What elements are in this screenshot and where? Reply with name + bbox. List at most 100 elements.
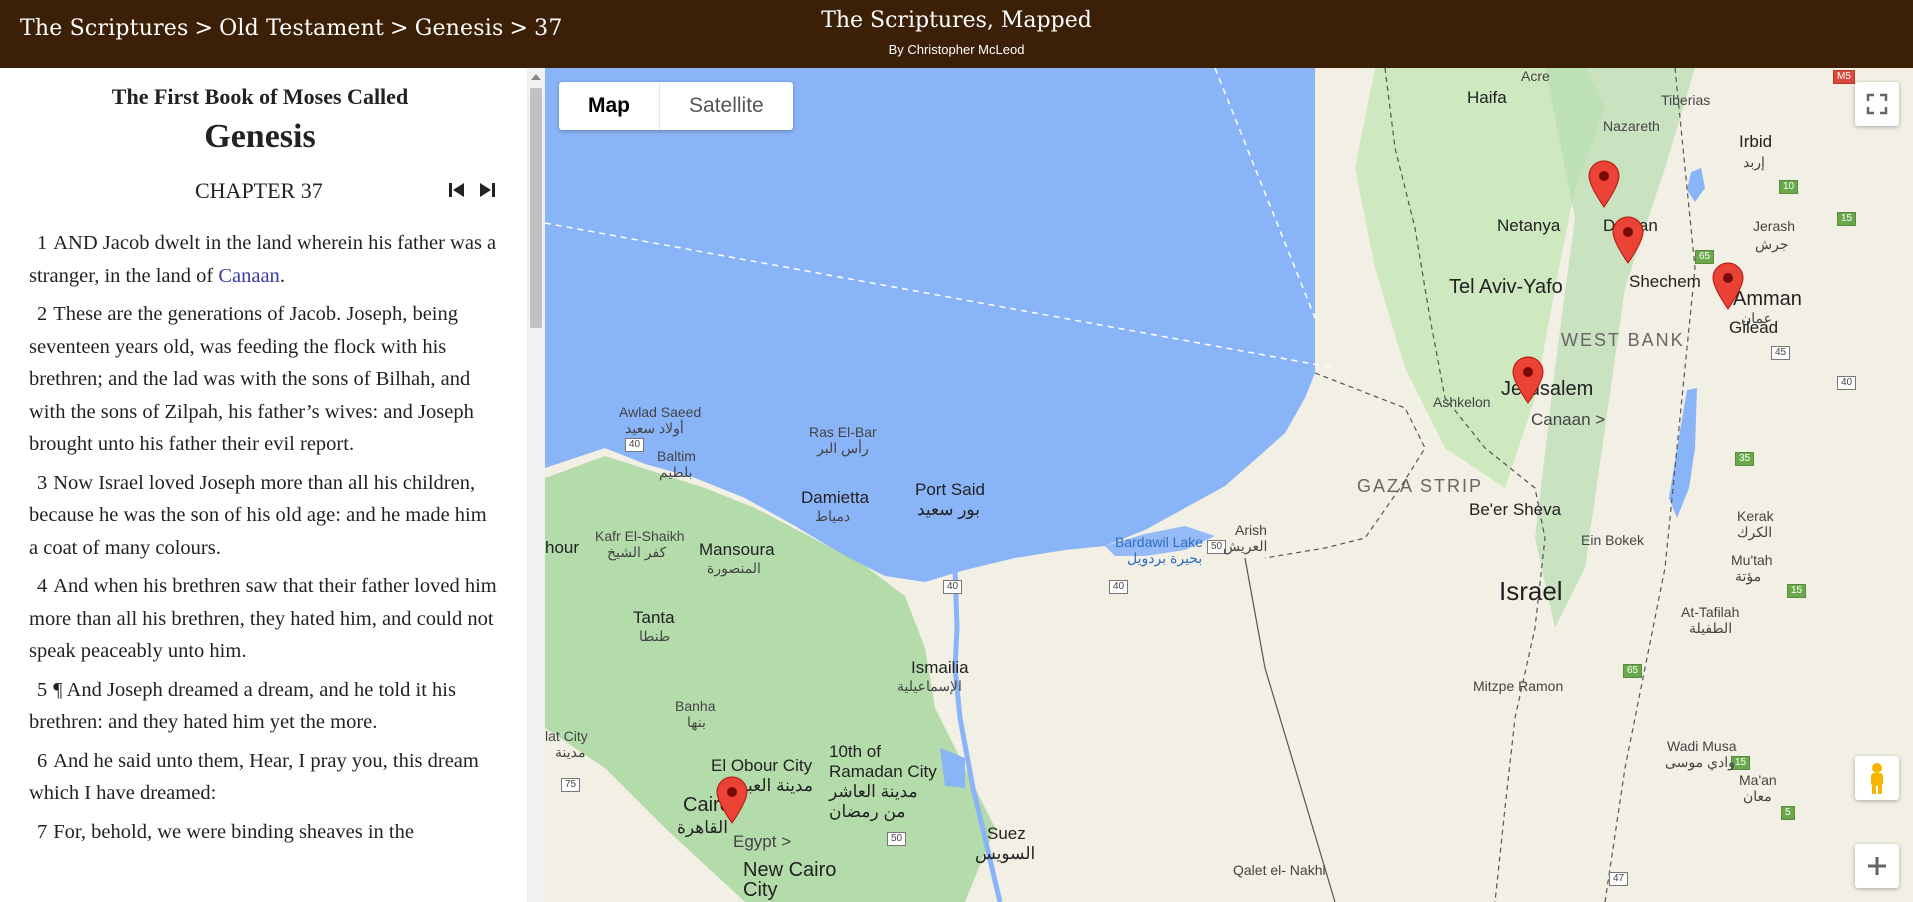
road-shield: 5	[1781, 806, 1795, 820]
map-label-jerash-en: Jerash	[1753, 218, 1796, 234]
verse-text: For, behold, we were binding sheaves in …	[53, 820, 414, 843]
map-label-arish-ar: العريش	[1223, 538, 1268, 554]
road-shield: 15	[1787, 584, 1807, 598]
map-label-tanta-en: Tanta	[633, 608, 675, 627]
map-marker-shechem[interactable]	[1611, 216, 1645, 264]
road-shield: 40	[625, 438, 645, 452]
map-label-tiberias: Tiberias	[1661, 92, 1711, 108]
map-label-suez-ar: السويس	[975, 844, 1036, 863]
verse-number: 5	[37, 678, 48, 701]
map-label-mitzpe-ramon: Mitzpe Ramon	[1473, 678, 1564, 694]
street-view-pegman[interactable]	[1855, 756, 1899, 800]
fullscreen-icon	[1866, 93, 1888, 115]
verse: 5 ¶ And Joseph dreamed a dream, and he to…	[29, 674, 497, 739]
map-label-irbid-ar: إربد	[1743, 154, 1765, 170]
map-label-maan-ar: معان	[1743, 788, 1772, 804]
map-label-mutah-ar: مؤتة	[1735, 568, 1762, 584]
verse-number: 3	[37, 471, 48, 494]
scripture-scrollbar[interactable]	[527, 68, 545, 902]
map-label-el-obour-en: El Obour City	[711, 756, 813, 775]
map-label-mansoura-en: Mansoura	[699, 540, 775, 559]
map-label-maan-en: Ma'an	[1739, 772, 1777, 788]
book-title-pre: The First Book of Moses Called	[111, 84, 409, 109]
map-label-shechem: Shechem	[1629, 272, 1701, 291]
map-label-irbid-en: Irbid	[1739, 132, 1773, 151]
map-label-bardawil-ar: بحيرة بردويل	[1127, 550, 1203, 566]
pegman-icon	[1871, 763, 1883, 794]
zoom-in-icon	[1868, 857, 1886, 875]
map-view[interactable]: Map Satellite M5 10 15 65 45 40 35 15 5 …	[545, 68, 1913, 902]
map-label-ismailia-ar: الإسماعيلية	[897, 678, 962, 694]
map-marker-dothan[interactable]	[1587, 160, 1621, 208]
map-type-control: Map Satellite	[559, 82, 793, 130]
verse: 2 These are the generations of Jacob. Jos…	[29, 298, 497, 461]
verse-text: ¶ And Joseph dreamed a dream, and he tol…	[29, 678, 456, 734]
map-label-sadat-ar: مدينة	[555, 744, 586, 760]
site-title: The Scriptures, Mapped	[821, 8, 1092, 33]
previous-chapter-button[interactable]	[446, 180, 468, 200]
scrollbar-thumb[interactable]	[530, 88, 542, 328]
road-shield: 40	[1837, 376, 1857, 390]
map-label-port-said-en: Port Said	[915, 480, 985, 499]
verse-number: 2	[37, 303, 48, 325]
road-shield: 45	[1771, 346, 1791, 360]
map-label-tafilah-en: At-Tafilah	[1681, 604, 1740, 620]
map-label-tenth-ramadan-ar: مدينة العاشر من رمضان	[829, 782, 918, 821]
map-label-ismailia-en: Ismailia	[911, 658, 969, 677]
road-shield: 10	[1779, 180, 1799, 194]
verse-text: These are the generations of Jacob. Jose…	[29, 303, 474, 455]
road-shield: M5	[1833, 70, 1855, 84]
map-label-kafr-ar: كفر الشيخ	[607, 544, 667, 560]
map-label-gilead: Gilead	[1729, 318, 1779, 337]
verse-text: Now Israel loved Joseph more than all hi…	[29, 471, 487, 559]
book-name: Genesis	[204, 118, 316, 155]
map-label-suez-en: Suez	[987, 824, 1026, 843]
map-label-ras-el-bar-en: Ras El-Bar	[809, 424, 877, 440]
verse: 1 AND Jacob dwelt in the land wherein his…	[29, 227, 497, 292]
zoom-in-button[interactable]	[1855, 844, 1899, 888]
map-label-wadi-musa-ar: وادي موسى	[1665, 754, 1735, 770]
verse-number: 4	[37, 575, 48, 597]
map-link-egypt[interactable]: Egypt >	[733, 832, 791, 852]
verse-text: And when his brethren saw that their fat…	[29, 575, 497, 662]
map-label-qalet-el-nakhl: Qalet el- Nakhl	[1233, 862, 1326, 878]
map-label-new-cairo: New Cairo City	[743, 859, 837, 901]
road-shield: 65	[1623, 664, 1643, 678]
verse: 3 Now Israel loved Joseph more than all h…	[29, 467, 497, 565]
map-label-ashkelon: Ashkelon	[1433, 394, 1491, 410]
map-label-banha-en: Banha	[675, 698, 716, 714]
map-label-jerash-ar: جرش	[1755, 236, 1789, 252]
map-country-israel: Israel	[1499, 576, 1563, 606]
map-label-awlad-en: Awlad Saeed	[619, 404, 702, 420]
map-label-kerak-ar: الكرك	[1737, 524, 1773, 540]
map-label-baltim-en: Baltim	[657, 448, 696, 464]
map-label-ras-el-bar-ar: رأس البر	[817, 440, 869, 456]
verse-number: 1	[37, 232, 48, 254]
scroll-up-arrow-icon[interactable]	[531, 74, 541, 80]
map-label-mansoura-ar: المنصورة	[707, 560, 761, 576]
road-shield: 35	[1735, 452, 1755, 466]
map-marker-gilead[interactable]	[1711, 262, 1745, 310]
map-region-gaza-strip: GAZA STRIP	[1357, 476, 1484, 496]
dead-sea	[1669, 388, 1697, 518]
next-chapter-button[interactable]	[476, 180, 498, 200]
road-shield: 40	[1109, 580, 1129, 594]
place-link-canaan[interactable]: Canaan	[218, 265, 279, 287]
map-label-wadi-musa-en: Wadi Musa	[1667, 738, 1737, 754]
road-shield: 15	[1837, 212, 1857, 226]
map-label-damietta-en: Damietta	[801, 488, 870, 507]
map-label-damietta-ar: دمياط	[815, 508, 851, 524]
map-label-kerak-en: Kerak	[1737, 508, 1774, 524]
verse: 4 And when his brethren saw that their fa…	[29, 570, 497, 668]
road-shield: 47	[1609, 872, 1629, 886]
map-label-bardawil-en: Bardawil Lake	[1115, 534, 1203, 550]
map-region-west-bank: WEST BANK	[1561, 330, 1685, 350]
map-type-map-button[interactable]: Map	[559, 82, 660, 130]
fullscreen-button[interactable]	[1855, 82, 1899, 126]
map-marker-jerusalem[interactable]	[1511, 356, 1545, 404]
verse-number: 6	[37, 749, 48, 772]
egypt-israel-border	[1244, 557, 1336, 902]
map-type-satellite-button[interactable]: Satellite	[660, 82, 793, 130]
map-link-canaan[interactable]: Canaan >	[1531, 410, 1605, 430]
map-marker-cairo[interactable]	[715, 776, 749, 824]
